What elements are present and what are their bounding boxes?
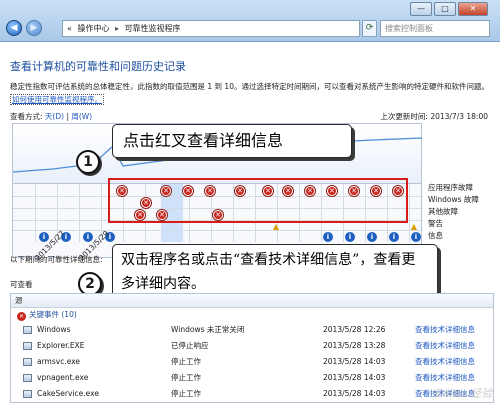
view-technical-details-link[interactable]: 查看技术详细信息 <box>415 322 475 338</box>
watermark: Baidu 经验 <box>435 387 492 400</box>
back-arrow-icon[interactable]: ◀ <box>6 20 22 36</box>
details-period-label: 以下期间的可靠性详细信息: <box>10 255 103 264</box>
reliability-details-list: 源 ✕ 关键事件 (10) Windows Windows 未正常关闭 2013/… <box>10 293 494 403</box>
list-item[interactable]: Explorer.EXE 已停止响应 2013/5/28 13:28 查看技术详… <box>11 338 493 354</box>
close-button[interactable]: ✕ <box>458 2 488 16</box>
refresh-icon[interactable]: ⟳ <box>362 20 377 37</box>
grid-line <box>13 230 423 231</box>
application-icon <box>23 326 32 334</box>
grid-line <box>409 184 410 242</box>
search-input[interactable]: 搜索控制面板 <box>380 20 490 37</box>
view-by: 查看方式: 天(D) | 周(W) <box>10 112 93 121</box>
application-icon <box>23 358 32 366</box>
application-icon <box>23 390 32 398</box>
page-title: 查看计算机的可靠性和问题历史记录 <box>10 60 186 73</box>
breadcrumb-separator-icon: ▸ <box>115 24 120 33</box>
row-label-warnings: 警告 <box>428 219 443 228</box>
critical-events-section[interactable]: ✕ 关键事件 (10) <box>11 308 493 322</box>
info-icon[interactable]: i <box>345 232 355 242</box>
help-link[interactable]: 如何使用可靠性监视程序。 <box>10 94 104 105</box>
list-item[interactable]: vpnagent.exe 停止工作 2013/5/28 14:03 查看技术详细… <box>11 370 493 386</box>
step-badge-1: 1 <box>76 150 100 174</box>
highlight-box-errors <box>108 178 408 223</box>
list-item[interactable]: CakeService.exe 停止工作 2013/5/28 14:03 查看技… <box>11 386 493 402</box>
breadcrumb-item-reliability-monitor[interactable]: 可靠性监视程序 <box>125 24 181 33</box>
row-label-windows-failures: Windows 故障 <box>428 195 479 204</box>
view-technical-details-link[interactable]: 查看技术详细信息 <box>415 370 475 386</box>
list-item[interactable]: armsvc.exe 停止工作 2013/5/28 14:03 查看技术详细信息 <box>11 354 493 370</box>
info-icon[interactable]: i <box>389 232 399 242</box>
view-by-weeks-link[interactable]: 周(W) <box>71 112 92 121</box>
info-icon[interactable]: i <box>367 232 377 242</box>
address-bar[interactable]: « 操作中心 ▸ 可靠性监视程序 <box>62 20 360 37</box>
forward-arrow-icon[interactable]: ▶ <box>26 20 42 36</box>
page-description: 稳定性指数可评估系统的总体稳定性，此指数的取值范围是 1 到 10。通过选择特定… <box>10 82 489 105</box>
application-icon <box>23 374 32 382</box>
chevron-icon: « <box>67 24 72 33</box>
grid-line <box>35 184 36 242</box>
error-icon: ✕ <box>17 312 26 321</box>
row-label-app-failures: 应用程序故障 <box>428 183 473 192</box>
list-item[interactable]: Windows Windows 未正常关闭 2013/5/28 12:26 查看… <box>11 322 493 338</box>
application-icon <box>23 342 32 350</box>
details-check-label: 可查看 <box>10 280 33 289</box>
warning-icon[interactable]: ▲ <box>271 222 281 231</box>
last-updated: 上次更新时间: 2013/7/3 18:00 <box>380 112 488 121</box>
info-icon[interactable]: i <box>411 232 421 242</box>
title-bar: — □ ✕ ◀ ▶ « 操作中心 ▸ 可靠性监视程序 ⟳ 搜索控制面板 <box>0 0 500 42</box>
view-technical-details-link[interactable]: 查看技术详细信息 <box>415 338 475 354</box>
chart-row-labels: 应用程序故障 Windows 故障 其他故障 警告 信息 <box>428 182 479 242</box>
callout-step-2: 双击程序名或点击“查看技术详细信息”，查看更多详细内容。 <box>112 244 438 300</box>
row-label-information: 信息 <box>428 231 443 240</box>
column-header-source[interactable]: 源 <box>11 294 493 308</box>
warning-icon[interactable]: ▲ <box>409 222 419 231</box>
maximize-button[interactable]: □ <box>434 2 456 16</box>
row-label-misc-failures: 其他故障 <box>428 207 458 216</box>
view-technical-details-link[interactable]: 查看技术详细信息 <box>415 354 475 370</box>
breadcrumb-item-action-center[interactable]: 操作中心 <box>77 24 109 33</box>
minimize-button[interactable]: — <box>410 2 432 16</box>
view-by-days-link[interactable]: 天(D) <box>45 112 64 121</box>
grid-line <box>79 184 80 242</box>
callout-step-1: 点击红叉查看详细信息 <box>112 124 352 158</box>
info-icon[interactable]: i <box>323 232 333 242</box>
